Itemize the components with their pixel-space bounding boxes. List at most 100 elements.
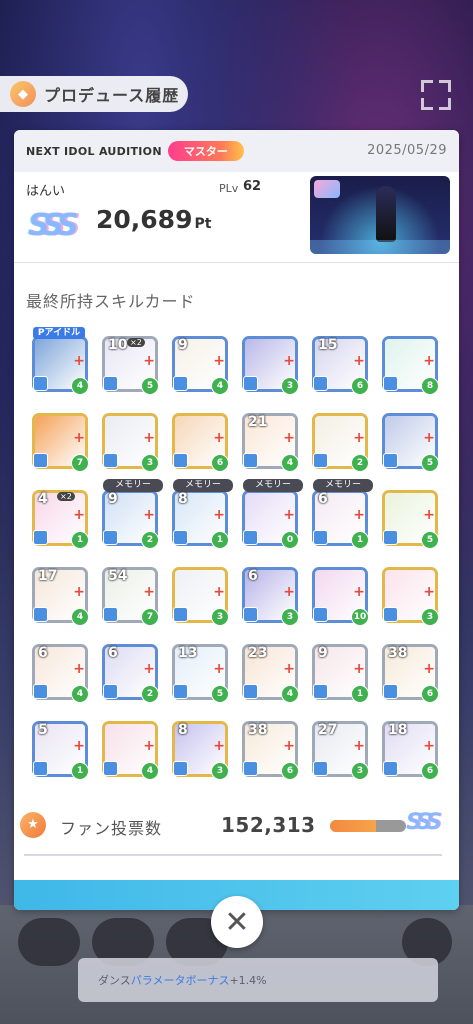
skill-card[interactable]: 9 +1 <box>312 644 369 703</box>
card-type-icon <box>383 684 398 699</box>
skill-card[interactable]: メモリー 6 +1 <box>312 479 373 549</box>
card-use-count: 38 <box>248 722 268 738</box>
card-type-icon <box>103 530 118 545</box>
card-use-count: 23 <box>248 645 268 661</box>
card-use-count: 9 <box>108 491 118 507</box>
skill-card[interactable]: 18 +6 <box>382 721 439 780</box>
skill-card[interactable]: 6 +2 <box>102 644 159 703</box>
plv-label: PLv <box>219 182 239 195</box>
skill-card[interactable]: 15 +6 <box>312 336 369 395</box>
upgrade-plus-icon: + <box>353 353 365 369</box>
produce-date: 2025/05/29 <box>367 143 447 158</box>
skill-card[interactable]: +5 <box>382 413 439 472</box>
skill-card[interactable]: +3 <box>172 567 229 626</box>
skill-card[interactable]: +4 <box>102 721 159 780</box>
skill-card[interactable]: 21 +4 <box>242 413 299 472</box>
skill-card[interactable]: +8 <box>382 336 439 395</box>
upgrade-plus-icon: + <box>73 584 85 600</box>
footer-divider <box>24 854 442 856</box>
card-use-count: 13 <box>178 645 198 661</box>
upgrade-plus-icon: + <box>353 738 365 754</box>
skill-card[interactable]: 38 +6 <box>242 721 299 780</box>
upgrade-plus-icon: + <box>423 661 435 677</box>
skill-card[interactable]: 13 +5 <box>172 644 229 703</box>
close-button[interactable]: ✕ <box>211 896 263 948</box>
skill-card[interactable]: 9 +4 <box>172 336 229 395</box>
skill-card[interactable]: +3 <box>242 336 299 395</box>
skill-card[interactable]: +3 <box>382 567 439 626</box>
card-type-icon <box>313 453 328 468</box>
skill-card[interactable]: 8 +3 <box>172 721 229 780</box>
skill-card[interactable]: +6 <box>172 413 229 472</box>
card-cost-badge: 4 <box>141 762 159 780</box>
player-name: はんい <box>26 184 66 199</box>
home-nav-button <box>18 918 80 966</box>
upgrade-plus-icon: + <box>283 353 295 369</box>
card-type-icon <box>103 607 118 622</box>
card-use-count: 27 <box>318 722 338 738</box>
card-use-count: 4 <box>38 491 48 507</box>
card-type-icon <box>243 684 258 699</box>
card-cost-badge: 4 <box>281 454 299 472</box>
card-type-icon <box>33 376 48 391</box>
card-cost-badge: 10 <box>351 608 369 626</box>
skill-card[interactable]: 54 +7 <box>102 567 159 626</box>
skill-card[interactable]: 6 +3 <box>242 567 299 626</box>
card-cost-badge: 6 <box>421 762 439 780</box>
skill-card[interactable]: 6 +4 <box>32 644 89 703</box>
card-use-count: 8 <box>178 722 188 738</box>
skill-card[interactable]: 4 ×2 +1 <box>32 490 89 549</box>
card-cost-badge: 6 <box>211 454 229 472</box>
skill-card[interactable]: +2 <box>312 413 369 472</box>
card-use-count: 8 <box>178 491 188 507</box>
card-cost-badge: 4 <box>71 685 89 703</box>
fan-rank-logo: SSS <box>406 810 442 835</box>
card-cost-badge: 7 <box>71 454 89 472</box>
fan-votes-row: ★ ファン投票数 152,313 SSS <box>20 810 442 840</box>
card-cost-badge: 5 <box>421 531 439 549</box>
skill-card[interactable]: +7 <box>32 413 89 472</box>
skill-card[interactable]: メモリー 8 +1 <box>172 479 233 549</box>
upgrade-plus-icon: + <box>143 584 155 600</box>
skill-card[interactable]: 17 +4 <box>32 567 89 626</box>
card-multiplier: ×2 <box>127 338 145 347</box>
card-cost-badge: 2 <box>141 531 159 549</box>
upgrade-plus-icon: + <box>353 507 365 523</box>
skill-card-grid: Pアイドル +4 10 ×2 +5 9 +4 +3 15 +6 +8 +7 +3 +6 21 +4 +2 +5 4 ×… <box>32 327 444 780</box>
skill-card[interactable]: +3 <box>102 413 159 472</box>
card-cost-badge: 2 <box>351 454 369 472</box>
card-type-icon <box>33 453 48 468</box>
upgrade-plus-icon: + <box>73 661 85 677</box>
upgrade-plus-icon: + <box>213 661 225 677</box>
card-type-icon <box>33 530 48 545</box>
upgrade-plus-icon: + <box>423 738 435 754</box>
upgrade-plus-icon: + <box>353 584 365 600</box>
card-multiplier: ×2 <box>57 492 75 501</box>
skill-card[interactable]: メモリー 9 +2 <box>102 479 163 549</box>
upgrade-plus-icon: + <box>73 738 85 754</box>
skill-card[interactable]: メモリー +0 <box>242 479 303 549</box>
skill-card[interactable]: 10 ×2 +5 <box>102 336 159 395</box>
skill-card[interactable]: 5 +1 <box>32 721 89 780</box>
skill-card[interactable]: +10 <box>312 567 369 626</box>
skill-card[interactable]: +5 <box>382 490 439 549</box>
produce-history-header: ◆ プロデュース履歴 <box>0 76 188 112</box>
skill-card[interactable]: 27 +3 <box>312 721 369 780</box>
fullscreen-icon[interactable] <box>421 80 451 110</box>
upgrade-plus-icon: + <box>283 507 295 523</box>
card-use-count: 21 <box>248 414 268 430</box>
card-use-count: 18 <box>388 722 408 738</box>
card-type-icon <box>173 376 188 391</box>
upgrade-plus-icon: + <box>143 507 155 523</box>
skill-card-section-title: 最終所持スキルカード <box>26 292 196 311</box>
card-use-count: 6 <box>38 645 48 661</box>
stage-thumbnail[interactable] <box>310 176 450 254</box>
skill-card[interactable]: 38 +6 <box>382 644 439 703</box>
skill-card[interactable]: Pアイドル +4 <box>32 327 89 395</box>
card-cost-badge: 3 <box>281 377 299 395</box>
card-cost-badge: 5 <box>141 377 159 395</box>
skill-card[interactable]: 23 +4 <box>242 644 299 703</box>
banner-highlight: パラメータボーナス <box>130 974 230 987</box>
fan-votes-bar <box>330 820 406 832</box>
upgrade-plus-icon: + <box>423 353 435 369</box>
